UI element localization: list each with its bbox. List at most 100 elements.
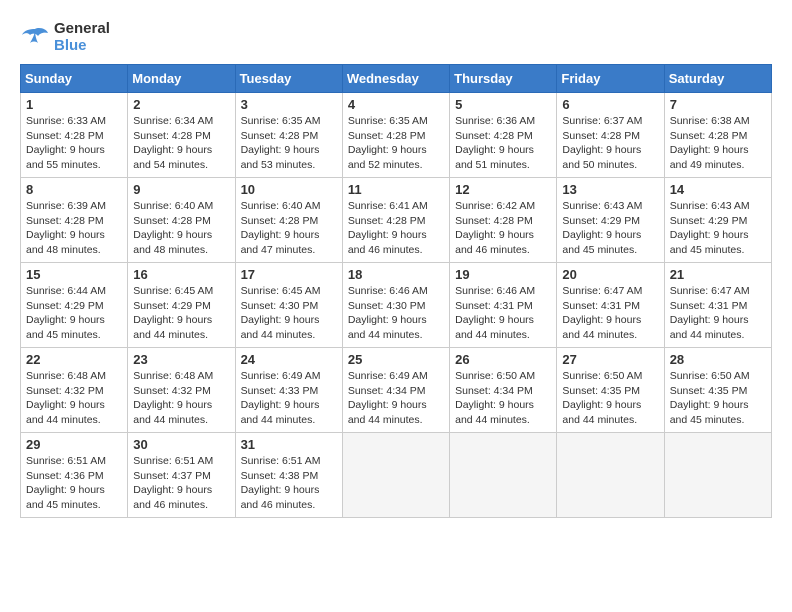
calendar-week-4: 22 Sunrise: 6:48 AMSunset: 4:32 PMDayligh… [21, 348, 772, 433]
calendar-cell: 13 Sunrise: 6:43 AMSunset: 4:29 PMDayligh… [557, 178, 664, 263]
calendar-week-1: 1 Sunrise: 6:33 AMSunset: 4:28 PMDaylight… [21, 93, 772, 178]
calendar-cell: 19 Sunrise: 6:46 AMSunset: 4:31 PMDayligh… [450, 263, 557, 348]
calendar-cell: 2Sunrise: 6:34 AMSunset: 4:28 PMDaylight… [128, 93, 235, 178]
weekday-header-monday: Monday [128, 65, 235, 93]
logo-text: General Blue [54, 20, 110, 54]
day-info: Sunrise: 6:40 AMSunset: 4:28 PMDaylight:… [133, 199, 229, 258]
calendar-table: SundayMondayTuesdayWednesdayThursdayFrid… [20, 64, 772, 518]
day-info: Sunrise: 6:41 AMSunset: 4:28 PMDaylight:… [348, 199, 444, 258]
day-info: Sunrise: 6:47 AMSunset: 4:31 PMDaylight:… [670, 284, 766, 343]
day-info: Sunrise: 6:37 AMSunset: 4:28 PMDaylight:… [562, 114, 658, 173]
day-number: 27 [562, 352, 658, 367]
weekday-header-sunday: Sunday [21, 65, 128, 93]
day-info: Sunrise: 6:51 AMSunset: 4:38 PMDaylight:… [241, 454, 337, 513]
day-number: 29 [26, 437, 122, 452]
day-number: 17 [241, 267, 337, 282]
day-number: 18 [348, 267, 444, 282]
weekday-header-wednesday: Wednesday [342, 65, 449, 93]
calendar-body: 1 Sunrise: 6:33 AMSunset: 4:28 PMDaylight… [21, 93, 772, 518]
day-info: Sunrise: 6:40 AMSunset: 4:28 PMDaylight:… [241, 199, 337, 258]
calendar-week-5: 29 Sunrise: 6:51 AMSunset: 4:36 PMDayligh… [21, 433, 772, 518]
day-number: 7 [670, 97, 766, 112]
day-number: 14 [670, 182, 766, 197]
day-info: Sunrise: 6:51 AMSunset: 4:36 PMDaylight:… [26, 454, 122, 513]
calendar-cell: 5 Sunrise: 6:36 AMSunset: 4:28 PMDaylight… [450, 93, 557, 178]
weekday-header-friday: Friday [557, 65, 664, 93]
day-number: 20 [562, 267, 658, 282]
logo: General Blue [20, 20, 110, 54]
day-info: Sunrise: 6:34 AMSunset: 4:28 PMDaylight:… [133, 114, 229, 173]
day-info: Sunrise: 6:43 AMSunset: 4:29 PMDaylight:… [670, 199, 766, 258]
day-info: Sunrise: 6:43 AMSunset: 4:29 PMDaylight:… [562, 199, 658, 258]
calendar-cell: 27 Sunrise: 6:50 AMSunset: 4:35 PMDayligh… [557, 348, 664, 433]
calendar-cell: 16 Sunrise: 6:45 AMSunset: 4:29 PMDayligh… [128, 263, 235, 348]
weekday-header-tuesday: Tuesday [235, 65, 342, 93]
calendar-cell: 6Sunrise: 6:37 AMSunset: 4:28 PMDaylight… [557, 93, 664, 178]
calendar-cell: 4Sunrise: 6:35 AMSunset: 4:28 PMDaylight… [342, 93, 449, 178]
calendar-cell: 3 Sunrise: 6:35 AMSunset: 4:28 PMDaylight… [235, 93, 342, 178]
calendar-cell: 23Sunrise: 6:48 AMSunset: 4:32 PMDayligh… [128, 348, 235, 433]
day-number: 23 [133, 352, 229, 367]
calendar-cell: 11 Sunrise: 6:41 AMSunset: 4:28 PMDayligh… [342, 178, 449, 263]
day-info: Sunrise: 6:35 AMSunset: 4:28 PMDaylight:… [241, 114, 337, 173]
calendar-cell: 17Sunrise: 6:45 AMSunset: 4:30 PMDayligh… [235, 263, 342, 348]
calendar-cell: 12Sunrise: 6:42 AMSunset: 4:28 PMDayligh… [450, 178, 557, 263]
calendar-cell [557, 433, 664, 518]
day-number: 26 [455, 352, 551, 367]
calendar-cell: 26 Sunrise: 6:50 AMSunset: 4:34 PMDayligh… [450, 348, 557, 433]
weekday-header-thursday: Thursday [450, 65, 557, 93]
calendar-header: SundayMondayTuesdayWednesdayThursdayFrid… [21, 65, 772, 93]
day-info: Sunrise: 6:46 AMSunset: 4:30 PMDaylight:… [348, 284, 444, 343]
calendar-cell: 15 Sunrise: 6:44 AMSunset: 4:29 PMDayligh… [21, 263, 128, 348]
calendar-cell: 25Sunrise: 6:49 AMSunset: 4:34 PMDayligh… [342, 348, 449, 433]
day-info: Sunrise: 6:36 AMSunset: 4:28 PMDaylight:… [455, 114, 551, 173]
day-number: 10 [241, 182, 337, 197]
day-number: 19 [455, 267, 551, 282]
day-info: Sunrise: 6:44 AMSunset: 4:29 PMDaylight:… [26, 284, 122, 343]
day-info: Sunrise: 6:50 AMSunset: 4:35 PMDaylight:… [562, 369, 658, 428]
day-number: 30 [133, 437, 229, 452]
calendar-cell: 8 Sunrise: 6:39 AMSunset: 4:28 PMDaylight… [21, 178, 128, 263]
day-number: 28 [670, 352, 766, 367]
day-number: 31 [241, 437, 337, 452]
calendar-cell: 7Sunrise: 6:38 AMSunset: 4:28 PMDaylight… [664, 93, 771, 178]
day-number: 5 [455, 97, 551, 112]
day-info: Sunrise: 6:45 AMSunset: 4:29 PMDaylight:… [133, 284, 229, 343]
day-number: 8 [26, 182, 122, 197]
calendar-week-3: 15 Sunrise: 6:44 AMSunset: 4:29 PMDayligh… [21, 263, 772, 348]
day-info: Sunrise: 6:49 AMSunset: 4:34 PMDaylight:… [348, 369, 444, 428]
day-info: Sunrise: 6:35 AMSunset: 4:28 PMDaylight:… [348, 114, 444, 173]
day-number: 13 [562, 182, 658, 197]
day-info: Sunrise: 6:51 AMSunset: 4:37 PMDaylight:… [133, 454, 229, 513]
calendar-cell: 10 Sunrise: 6:40 AMSunset: 4:28 PMDayligh… [235, 178, 342, 263]
day-info: Sunrise: 6:39 AMSunset: 4:28 PMDaylight:… [26, 199, 122, 258]
calendar-cell: 24 Sunrise: 6:49 AMSunset: 4:33 PMDayligh… [235, 348, 342, 433]
day-info: Sunrise: 6:33 AMSunset: 4:28 PMDaylight:… [26, 114, 122, 173]
day-info: Sunrise: 6:50 AMSunset: 4:35 PMDaylight:… [670, 369, 766, 428]
day-number: 9 [133, 182, 229, 197]
day-number: 16 [133, 267, 229, 282]
day-number: 12 [455, 182, 551, 197]
calendar-cell: 28 Sunrise: 6:50 AMSunset: 4:35 PMDayligh… [664, 348, 771, 433]
day-number: 15 [26, 267, 122, 282]
day-number: 24 [241, 352, 337, 367]
calendar-cell: 31 Sunrise: 6:51 AMSunset: 4:38 PMDayligh… [235, 433, 342, 518]
day-info: Sunrise: 6:46 AMSunset: 4:31 PMDaylight:… [455, 284, 551, 343]
day-number: 22 [26, 352, 122, 367]
calendar-cell: 21 Sunrise: 6:47 AMSunset: 4:31 PMDayligh… [664, 263, 771, 348]
day-info: Sunrise: 6:48 AMSunset: 4:32 PMDaylight:… [26, 369, 122, 428]
day-number: 21 [670, 267, 766, 282]
calendar-cell: 14 Sunrise: 6:43 AMSunset: 4:29 PMDayligh… [664, 178, 771, 263]
day-number: 11 [348, 182, 444, 197]
day-number: 3 [241, 97, 337, 112]
weekday-header-row: SundayMondayTuesdayWednesdayThursdayFrid… [21, 65, 772, 93]
day-number: 1 [26, 97, 122, 112]
calendar-cell [342, 433, 449, 518]
day-info: Sunrise: 6:50 AMSunset: 4:34 PMDaylight:… [455, 369, 551, 428]
day-info: Sunrise: 6:49 AMSunset: 4:33 PMDaylight:… [241, 369, 337, 428]
calendar-cell: 1 Sunrise: 6:33 AMSunset: 4:28 PMDaylight… [21, 93, 128, 178]
calendar-cell: 22 Sunrise: 6:48 AMSunset: 4:32 PMDayligh… [21, 348, 128, 433]
calendar-cell [450, 433, 557, 518]
calendar-cell: 30 Sunrise: 6:51 AMSunset: 4:37 PMDayligh… [128, 433, 235, 518]
calendar-cell: 18 Sunrise: 6:46 AMSunset: 4:30 PMDayligh… [342, 263, 449, 348]
